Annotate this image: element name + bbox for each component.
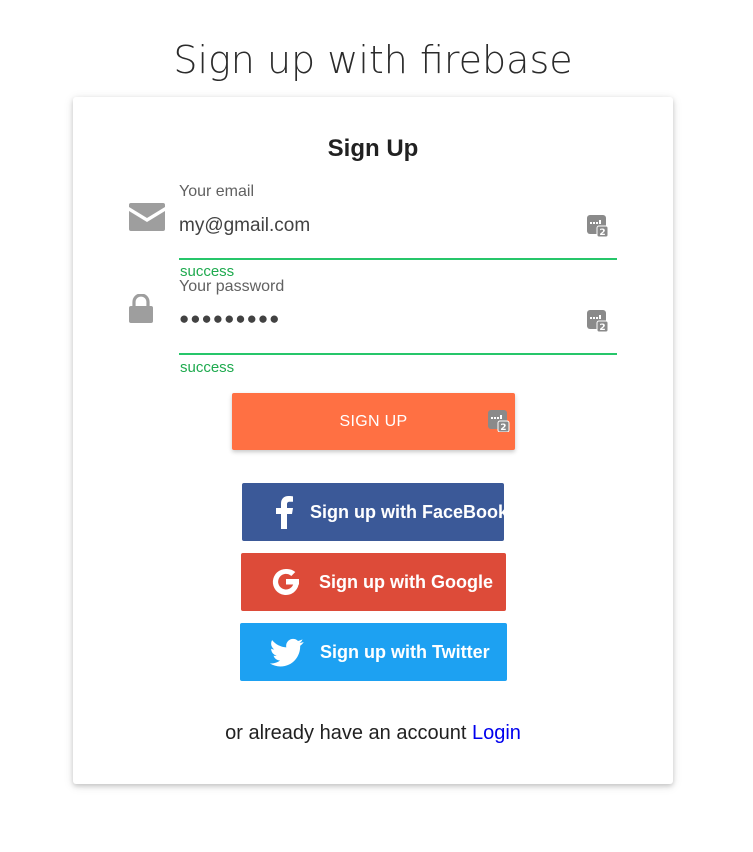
login-prompt: or already have an account Login <box>73 722 673 745</box>
password-input[interactable]: ●●●●●●●●● <box>179 304 589 334</box>
login-prompt-text: or already have an account <box>225 722 467 744</box>
password-field-group: Your password ●●●●●●●●● 2 success <box>126 278 617 378</box>
email-underline <box>179 258 617 260</box>
card-title: Sign Up <box>327 135 419 162</box>
email-label: Your email <box>179 183 255 200</box>
facebook-icon <box>268 495 302 529</box>
google-signup-label: Sign up with Google <box>319 572 493 592</box>
password-underline <box>179 353 617 355</box>
google-icon <box>269 565 303 599</box>
svg-text:2: 2 <box>599 228 605 237</box>
signup-button-label: Sign up <box>339 412 408 430</box>
password-manager-icon[interactable]: 2 <box>488 410 510 433</box>
login-link[interactable]: Login <box>472 722 521 744</box>
svg-text:2: 2 <box>599 323 605 332</box>
password-manager-icon[interactable]: 2 <box>587 215 609 238</box>
facebook-signup-label: Sign up with FaceBook <box>310 502 509 522</box>
svg-text:2: 2 <box>500 423 507 432</box>
signup-card: Sign Up Your email 2 success <box>73 97 673 784</box>
envelope-icon <box>129 203 165 236</box>
facebook-signup-button[interactable]: Sign up with FaceBook <box>242 483 508 541</box>
signup-button[interactable]: Sign up 2 <box>232 393 515 450</box>
twitter-signup-label: Sign up with Twitter <box>320 642 490 662</box>
lock-icon <box>129 293 153 329</box>
email-input[interactable] <box>179 212 589 240</box>
email-field-group: Your email 2 success <box>126 183 617 280</box>
page-title: Sign up with firebase <box>173 38 573 82</box>
google-signup-button[interactable]: Sign up with Google <box>241 553 506 611</box>
password-label: Your password <box>179 278 285 295</box>
password-success-text: success <box>180 359 235 376</box>
password-manager-icon[interactable]: 2 <box>587 310 609 333</box>
twitter-signup-button[interactable]: Sign up with Twitter <box>240 623 507 681</box>
twitter-icon <box>269 635 304 669</box>
